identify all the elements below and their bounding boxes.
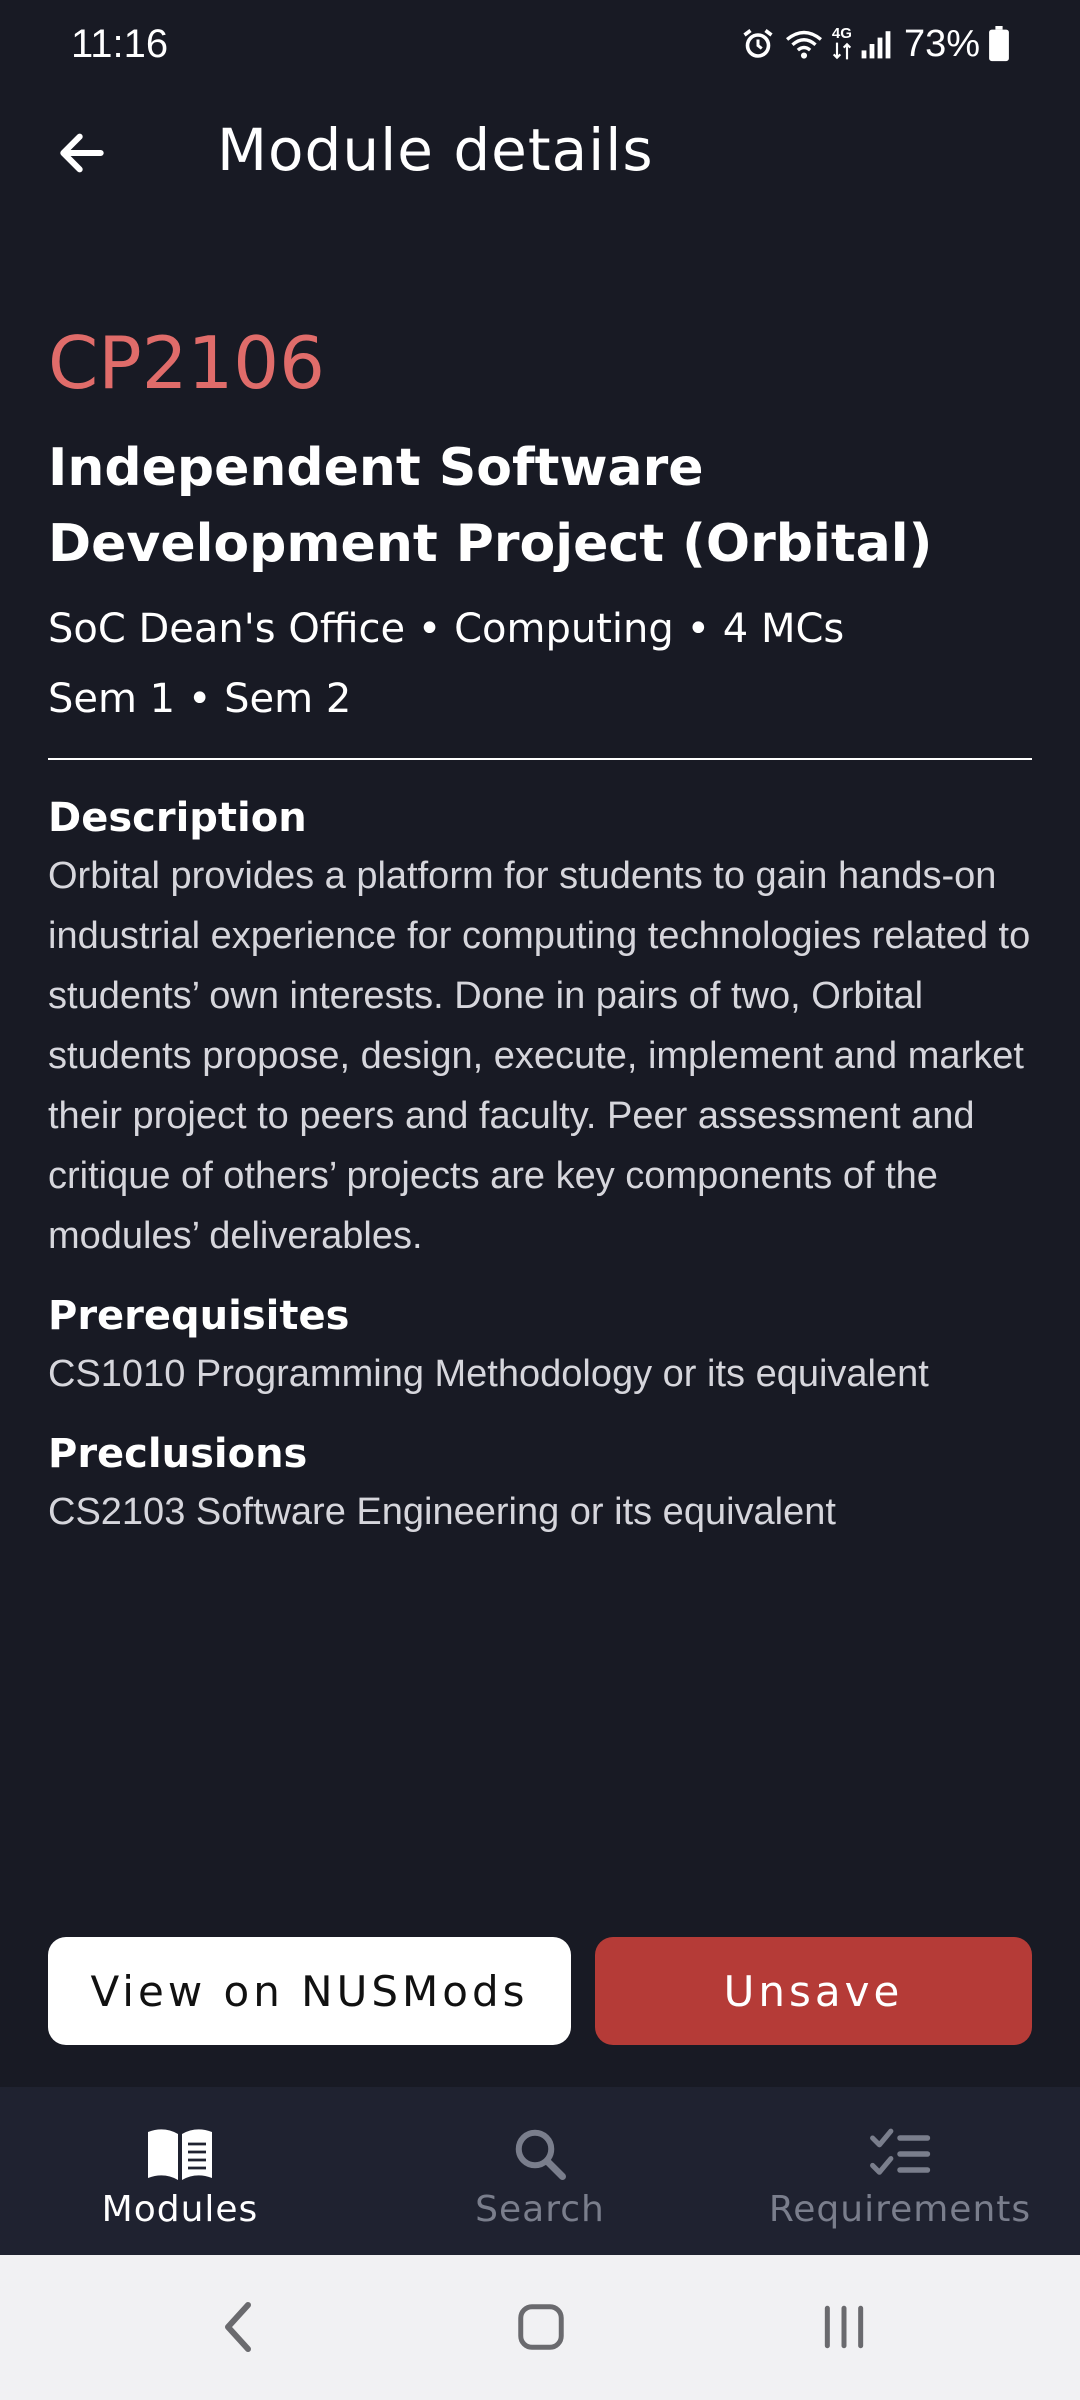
chevron-left-icon [225,2302,251,2352]
app-bar: Module details [0,95,1080,205]
module-meta-semesters: Sem 1 • Sem 2 [48,676,352,722]
system-home-button[interactable] [496,2285,586,2369]
recents-icon [824,2305,864,2349]
nav-item-requirements[interactable]: Requirements [720,2087,1080,2255]
back-button[interactable] [44,115,120,191]
page-title: Module details [217,116,654,184]
description-heading: Description [48,795,307,841]
system-recents-button[interactable] [799,2285,889,2369]
nav-label-modules: Modules [101,2189,259,2230]
status-icons: 4G 73% [740,20,1010,68]
preclusions-text: CS2103 Software Engineering or its equiv… [48,1491,836,1533]
module-meta: SoC Dean's Office • Computing • 4 MCs Se… [48,594,1032,734]
unsave-button[interactable]: Unsave [595,1937,1032,2045]
nav-item-search[interactable]: Search [360,2087,720,2255]
home-square-icon [518,2304,564,2350]
network-type-icon: 4G [831,25,852,61]
prerequisites-heading: Prerequisites [48,1293,350,1339]
nav-item-modules[interactable]: Modules [0,2087,360,2255]
module-code: CP2106 [48,321,325,405]
system-back-button[interactable] [193,2285,283,2369]
preclusions-heading: Preclusions [48,1431,308,1477]
alarm-icon [740,26,776,62]
network-type-label: 4G [831,25,852,42]
description-text: Orbital provides a platform for students… [48,855,1031,1257]
action-buttons: View on NUSMods Unsave [48,1937,1032,2045]
prerequisites-text: CS1010 Programming Methodology or its eq… [48,1353,929,1395]
search-icon [360,2119,720,2189]
system-nav-bar [0,2255,1080,2400]
nav-label-requirements: Requirements [768,2189,1032,2230]
checklist-icon [720,2119,1080,2189]
battery-icon [988,26,1010,62]
module-details: CP2106 Independent Software Development … [48,318,1032,1542]
screen: 11:16 4G 73% Module details CP2106 Indep… [0,0,1080,2400]
status-time: 11:16 [71,22,169,66]
arrow-left-icon [60,133,104,173]
module-title: Independent Software Development Project… [48,438,933,574]
wifi-icon [784,26,824,62]
divider [48,758,1032,760]
module-meta-department: SoC Dean's Office • Computing • 4 MCs [48,606,845,652]
signal-icon [860,27,892,61]
bottom-nav: Modules Search Requirements [0,2087,1080,2255]
view-on-nusmods-button[interactable]: View on NUSMods [48,1937,571,2045]
battery-percent: 73% [903,22,980,65]
nav-label-search: Search [475,2189,605,2230]
status-bar: 11:16 4G 73% [0,0,1080,90]
book-icon [0,2119,360,2189]
